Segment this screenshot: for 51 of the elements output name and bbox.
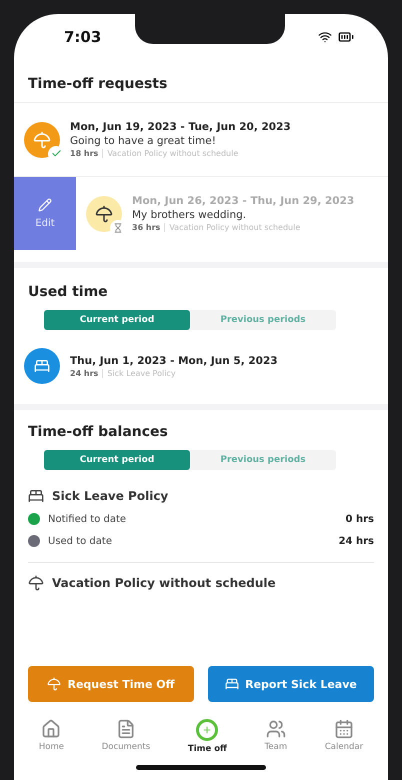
- request-dates: Mon, Jun 26, 2023 - Thu, Jun 29, 2023: [132, 195, 354, 207]
- nav-tab[interactable]: Time off: [182, 718, 233, 755]
- nav-tab[interactable]: Home: [32, 718, 70, 755]
- pencil-icon: [38, 198, 52, 212]
- used-policy: Sick Leave Policy: [102, 368, 176, 378]
- umbrella-icon: [33, 130, 51, 148]
- used-time-item[interactable]: Thu, Jun 1, 2023 - Mon, Jun 5, 2023 24 hrs Sick Leave Policy: [14, 340, 388, 392]
- edit-button[interactable]: Edit: [14, 177, 76, 250]
- umbrella-icon: [28, 575, 44, 591]
- nav-tab[interactable]: Team: [258, 718, 294, 755]
- umbrella-icon: [47, 677, 62, 691]
- request-dates: Mon, Jun 19, 2023 - Tue, Jun 20, 2023: [70, 121, 291, 133]
- period-tab[interactable]: Current period: [44, 450, 190, 470]
- request-policy: Vacation Policy without schedule: [102, 149, 238, 158]
- period-tab[interactable]: Previous periods: [190, 450, 336, 470]
- request-item[interactable]: Mon, Jun 19, 2023 - Tue, Jun 20, 2023 Going to have a great time! 18 hrs Vacation Policy without schedule: [14, 103, 388, 176]
- period-tab[interactable]: Previous periods: [190, 310, 336, 330]
- report-sick-leave-button[interactable]: Report Sick Leave: [208, 666, 374, 702]
- status-time: 7:03: [64, 28, 102, 46]
- balance-label: Notified to date: [48, 514, 128, 524]
- hourglass-icon: [113, 222, 123, 232]
- bed-icon: [225, 677, 240, 691]
- request-note: Going to have a great time!: [70, 135, 217, 147]
- used-hours: 24 hrs: [70, 368, 98, 378]
- used-dates: Thu, Jun 1, 2023 - Mon, Jun 5, 2023: [70, 354, 278, 366]
- policy-name: Sick Leave Policy: [52, 489, 168, 503]
- request-note: My brothers wedding.: [132, 209, 248, 221]
- team-icon: [266, 719, 286, 739]
- policy-name: Vacation Policy without schedule: [52, 576, 276, 590]
- document-icon: [116, 719, 136, 739]
- request-policy: Vacation Policy without schedule: [164, 223, 300, 232]
- balance-value: 0 hrs: [346, 514, 374, 524]
- nav-tab[interactable]: Calendar: [318, 718, 370, 755]
- request-item[interactable]: Mon, Jun 26, 2023 - Thu, Jun 29, 2023 My brothers wedding. 36 hrs Vacation Policy without schedule: [76, 177, 388, 250]
- nav-tab[interactable]: Documents: [96, 718, 156, 755]
- balance-label: Used to date: [48, 536, 113, 546]
- section-title: Used time: [27, 283, 109, 302]
- wifi-icon: [318, 30, 332, 44]
- section-title: Time-off balances: [27, 423, 169, 442]
- request-hours: 36 hrs: [132, 223, 160, 232]
- bed-icon: [28, 488, 44, 504]
- request-hours: 18 hrs: [70, 149, 98, 158]
- calendar-icon: [334, 719, 354, 739]
- balance-value: 24 hrs: [338, 536, 374, 546]
- bed-icon: [34, 358, 50, 374]
- umbrella-icon: [95, 204, 113, 222]
- home-icon: [41, 719, 62, 739]
- request-time-off-button[interactable]: Request Time Off: [28, 666, 194, 702]
- section-title: Time-off requests: [27, 75, 168, 94]
- plus-circle-icon: [196, 719, 218, 741]
- period-tab[interactable]: Current period: [44, 310, 190, 330]
